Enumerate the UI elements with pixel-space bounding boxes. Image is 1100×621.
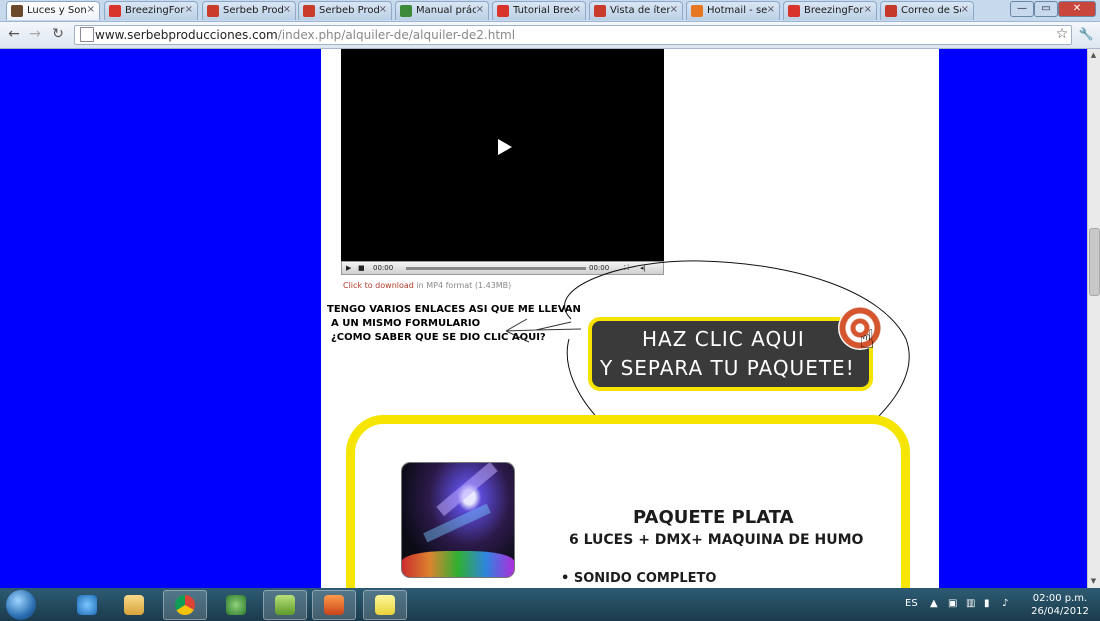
tab-breezingforms[interactable]: BreezingForm × xyxy=(104,1,198,20)
taskbar-editor[interactable] xyxy=(263,590,307,620)
tab-label: BreezingForm xyxy=(125,5,185,16)
tab-favicon-icon xyxy=(11,5,23,17)
folder-icon xyxy=(124,595,144,615)
internet-explorer-icon xyxy=(77,595,97,615)
tab-close-icon[interactable]: × xyxy=(864,4,872,15)
tray-battery-icon[interactable]: ▮ xyxy=(984,598,990,609)
minimize-button[interactable]: — xyxy=(1010,1,1034,17)
tab-favicon-icon xyxy=(594,5,606,17)
tab-label: Hotmail - ser xyxy=(707,5,767,16)
annotation-arrow xyxy=(505,318,582,343)
stage-lights-photo xyxy=(402,463,514,577)
clock-time: 02:00 p.m. xyxy=(1032,593,1088,604)
cta-button[interactable]: HAZ CLIC AQUI Y SEPARA TU PAQUETE! xyxy=(588,317,873,391)
taskbar-media[interactable] xyxy=(312,590,356,620)
media-player-icon xyxy=(324,595,344,615)
bookmark-star-icon[interactable]: ☆ xyxy=(1053,25,1071,43)
scroll-down-icon[interactable]: ▼ xyxy=(1089,577,1098,586)
tab-label: Correo de Ser xyxy=(901,5,961,16)
tab-close-icon[interactable]: × xyxy=(185,4,193,15)
light-floor xyxy=(402,551,514,577)
tab-close-icon[interactable]: × xyxy=(379,4,387,15)
tab-favicon-icon xyxy=(497,5,509,17)
maximize-button[interactable]: ▭ xyxy=(1034,1,1058,17)
tab-close-icon[interactable]: × xyxy=(476,4,484,15)
tab-label: Serbeb Produ xyxy=(223,5,283,16)
editor-icon xyxy=(275,595,295,615)
pointer-hand-icon: ☝ xyxy=(859,325,875,355)
taskbar-chrome[interactable] xyxy=(163,590,207,620)
cta-line-2: Y SEPARA TU PAQUETE! xyxy=(600,356,855,380)
tab-manual-practico[interactable]: Manual prácti × xyxy=(395,1,489,20)
page-icon xyxy=(80,27,94,42)
light-beam xyxy=(423,503,491,543)
tab-favicon-icon xyxy=(207,5,219,17)
tab-vista-de-item[interactable]: Vista de ítem × xyxy=(589,1,683,20)
language-indicator[interactable]: ES xyxy=(905,598,918,609)
tab-strip: Luces y Sonid × BreezingForm × Serbeb Pr… xyxy=(0,0,1100,22)
tab-favicon-icon xyxy=(109,5,121,17)
tab-tutorial-breezing[interactable]: Tutorial Bree × xyxy=(492,1,586,20)
tab-favicon-icon xyxy=(788,5,800,17)
browser-toolbar: ← → ↻ www.serbebproducciones.com/index.p… xyxy=(0,22,1100,49)
vertical-scrollbar[interactable] xyxy=(1087,49,1100,588)
taskbar-explorer[interactable] xyxy=(112,590,156,620)
tab-correo[interactable]: Correo de Ser × xyxy=(880,1,974,20)
tab-label: Luces y Sonid xyxy=(27,5,87,16)
tab-label: Manual prácti xyxy=(416,5,476,16)
tab-breezingforms-2[interactable]: BreezingForm × xyxy=(783,1,877,20)
cta-line-1: HAZ CLIC AQUI xyxy=(642,327,805,351)
address-host: www.serbebproducciones.com xyxy=(95,28,278,42)
clock-date: 26/04/2012 xyxy=(1031,606,1089,617)
tab-label: Tutorial Bree xyxy=(513,5,573,16)
package-item: • SONIDO COMPLETO xyxy=(561,571,717,586)
tab-luces-y-sonido[interactable]: Luces y Sonid × xyxy=(6,1,100,20)
chrome-icon xyxy=(175,595,195,615)
wrench-menu-icon[interactable]: 🔧 xyxy=(1077,25,1095,43)
tab-serbeb-producciones-2[interactable]: Serbeb Produ × xyxy=(298,1,392,20)
tab-label: Vista de ítem xyxy=(610,5,670,16)
tab-label: Serbeb Produ xyxy=(319,5,379,16)
tab-favicon-icon xyxy=(400,5,412,17)
back-button[interactable]: ← xyxy=(5,25,23,43)
sticky-notes-icon xyxy=(375,595,395,615)
taskbar-notes[interactable] xyxy=(363,590,407,620)
taskbar-ie[interactable] xyxy=(65,590,109,620)
tray-volume-icon[interactable]: ♪ xyxy=(1002,598,1008,609)
tab-close-icon[interactable]: × xyxy=(767,4,775,15)
tab-close-icon[interactable]: × xyxy=(283,4,291,15)
tab-hotmail[interactable]: Hotmail - ser × xyxy=(686,1,780,20)
network-icon xyxy=(226,595,246,615)
tab-close-icon[interactable]: × xyxy=(87,4,95,15)
tab-favicon-icon xyxy=(303,5,315,17)
package-subtitle: 6 LUCES + DMX+ MAQUINA DE HUMO xyxy=(569,532,864,548)
address-bar[interactable]: www.serbebproducciones.com/index.php/alq… xyxy=(74,25,1072,45)
tab-close-icon[interactable]: × xyxy=(573,4,581,15)
taskbar-network[interactable] xyxy=(214,590,258,620)
taskbar-clock[interactable]: 02:00 p.m. 26/04/2012 xyxy=(1030,592,1090,618)
tab-favicon-icon xyxy=(885,5,897,17)
start-button[interactable] xyxy=(6,590,36,620)
page-viewport: ▶ ■ 00:00 00:00 ⛶ ◂| Click to download i… xyxy=(0,49,1087,588)
tab-close-icon[interactable]: × xyxy=(670,4,678,15)
scroll-up-icon[interactable]: ▲ xyxy=(1089,51,1098,60)
tab-close-icon[interactable]: × xyxy=(961,4,969,15)
reload-button[interactable]: ↻ xyxy=(49,25,67,43)
tray-network-icon[interactable]: ▣ xyxy=(948,598,957,609)
tray-action-center-icon[interactable]: ▥ xyxy=(966,598,975,609)
forward-button[interactable]: → xyxy=(26,25,44,43)
scroll-thumb[interactable] xyxy=(1089,228,1100,296)
tray-show-hidden-icon[interactable]: ▲ xyxy=(930,598,938,609)
package-title: PAQUETE PLATA xyxy=(633,507,794,528)
tab-label: BreezingForm xyxy=(804,5,864,16)
address-path: /index.php/alquiler-de/alquiler-de2.html xyxy=(277,28,516,42)
tab-favicon-icon xyxy=(691,5,703,17)
close-window-button[interactable]: ✕ xyxy=(1058,1,1096,17)
tab-serbeb-producciones[interactable]: Serbeb Produ × xyxy=(202,1,296,20)
